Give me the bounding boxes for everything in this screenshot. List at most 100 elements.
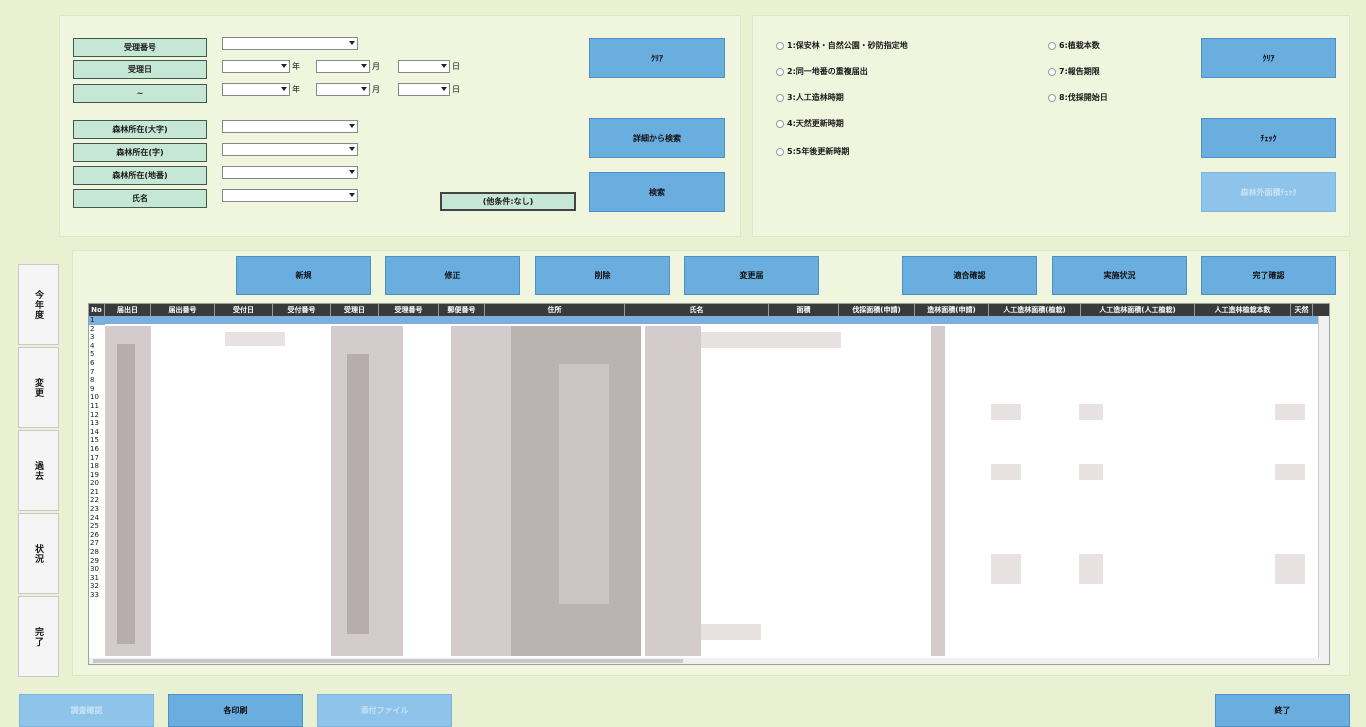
radio-icon [776,67,784,76]
column-header[interactable]: 届出番号 [151,304,215,316]
row-number: 30 [90,565,99,574]
radio-icon [776,41,784,50]
tab-this-year[interactable]: 今年度 [18,264,59,345]
row-number: 26 [90,530,99,539]
search-button[interactable]: 検索 [589,172,725,212]
check-clear-button[interactable]: ｸﾘｱ [1201,38,1336,78]
check-option-8[interactable]: 8:伐採開始日 [1048,92,1108,103]
column-header[interactable]: 造林面積(申請) [915,304,989,316]
column-header[interactable]: 受付日 [215,304,273,316]
loc-oaza-select[interactable] [222,120,358,133]
row-number: 22 [90,496,99,505]
loc-chiban-select[interactable] [222,166,358,179]
selected-row[interactable] [105,316,1327,324]
loc-aza-select[interactable] [222,143,358,156]
name-select[interactable] [222,189,358,202]
year-unit-2: 年 [292,85,300,94]
search-clear-button[interactable]: ｸﾘｱ [589,38,725,78]
vertical-scrollbar[interactable] [1318,316,1329,664]
row-number: 6 [90,358,95,367]
loc-aza-label: 森林所在(字) [73,143,207,162]
attachments-button[interactable]: 添付ファイル [317,694,452,727]
from-month-select[interactable] [316,60,370,73]
check-option-3[interactable]: 3:人工造林時期 [776,92,844,103]
search-detail-button[interactable]: 詳細から検索 [589,118,725,158]
check-button[interactable]: ﾁｪｯｸ [1201,118,1336,158]
redacted-cells [991,554,1021,584]
data-grid[interactable]: No 届出日 届出番号 受付日 受付番号 受理日 受理番号 郵便番号 住所 氏名… [88,303,1330,665]
radio-icon [1048,41,1056,50]
row-number: 12 [90,410,99,419]
column-header[interactable]: 受理日 [331,304,379,316]
to-day-select[interactable] [398,83,450,96]
check-option-2[interactable]: 2:同一地番の重複届出 [776,66,868,77]
new-button[interactable]: 新規 [236,256,371,295]
tab-changes[interactable]: 変更 [18,347,59,428]
column-header[interactable]: 届出日 [105,304,151,316]
status-button[interactable]: 実施状況 [1052,256,1187,295]
column-header[interactable]: 人工造林面積(植栽) [989,304,1081,316]
row-number: 23 [90,505,99,514]
row-number: 31 [90,573,99,582]
row-number: 4 [90,341,95,350]
row-number: 24 [90,513,99,522]
check-option-5[interactable]: 5:5年後更新時期 [776,146,849,157]
receipt-no-label: 受理番号 [73,38,207,57]
column-header[interactable]: 受理番号 [379,304,439,316]
redacted-cells [451,326,511,656]
from-year-select[interactable] [222,60,290,73]
column-header[interactable]: 人工造林植栽本数 [1195,304,1291,316]
column-header[interactable]: 伐採面積(申請) [839,304,915,316]
change-notice-button[interactable]: 変更届 [684,256,819,295]
column-header[interactable]: 氏名 [625,304,769,316]
day-unit: 日 [452,62,460,71]
radio-icon [776,93,784,102]
tab-past[interactable]: 過去 [18,430,59,511]
row-number: 27 [90,539,99,548]
scroll-thumb[interactable] [93,659,683,663]
to-month-select[interactable] [316,83,370,96]
tab-status[interactable]: 状況 [18,513,59,594]
column-header-no[interactable]: No [89,304,105,316]
delete-button[interactable]: 削除 [535,256,670,295]
completion-check-button[interactable]: 完了確認 [1201,256,1336,295]
column-header[interactable]: 天然 [1291,304,1313,316]
to-year-select[interactable] [222,83,290,96]
radio-icon [776,147,784,156]
tab-completed[interactable]: 完了 [18,596,59,677]
from-day-select[interactable] [398,60,450,73]
receipt-no-select[interactable] [222,37,358,50]
day-unit-2: 日 [452,85,460,94]
check-option-6[interactable]: 6:植栽本数 [1048,40,1100,51]
row-number: 15 [90,436,99,445]
survey-check-button[interactable]: 調査確認 [19,694,154,727]
check-option-7[interactable]: 7:報告期限 [1048,66,1100,77]
row-number: 20 [90,479,99,488]
redacted-cells [559,364,609,604]
redacted-cells [1275,464,1305,480]
column-header[interactable]: 郵便番号 [439,304,485,316]
name-label: 氏名 [73,189,207,208]
conformity-check-button[interactable]: 適合確認 [902,256,1037,295]
horizontal-scrollbar[interactable] [89,658,1319,664]
other-condition-button[interactable]: (他条件:なし) [440,192,576,211]
column-header[interactable]: 面積 [769,304,839,316]
column-header[interactable]: 住所 [485,304,625,316]
redacted-cells [701,332,841,348]
redacted-cells [1079,404,1103,420]
column-header[interactable]: 人工造林面積(人工植栽) [1081,304,1195,316]
check-option-1[interactable]: 1:保安林・自然公園・砂防指定地 [776,40,908,51]
exit-button[interactable]: 終了 [1215,694,1350,727]
grid-header: No 届出日 届出番号 受付日 受付番号 受理日 受理番号 郵便番号 住所 氏名… [89,304,1329,316]
row-number: 33 [90,591,99,599]
edit-button[interactable]: 修正 [385,256,520,295]
row-number: 9 [90,384,95,393]
redacted-cells [1079,554,1103,584]
row-number: 10 [90,393,99,402]
print-each-button[interactable]: 各印刷 [168,694,303,727]
redacted-cells [991,404,1021,420]
column-header[interactable]: 受付番号 [273,304,331,316]
redacted-cells [701,624,761,640]
forest-area-check-button[interactable]: 森林外面積ﾁｪｯｸ [1201,172,1336,212]
check-option-4[interactable]: 4:天然更新時期 [776,118,844,129]
